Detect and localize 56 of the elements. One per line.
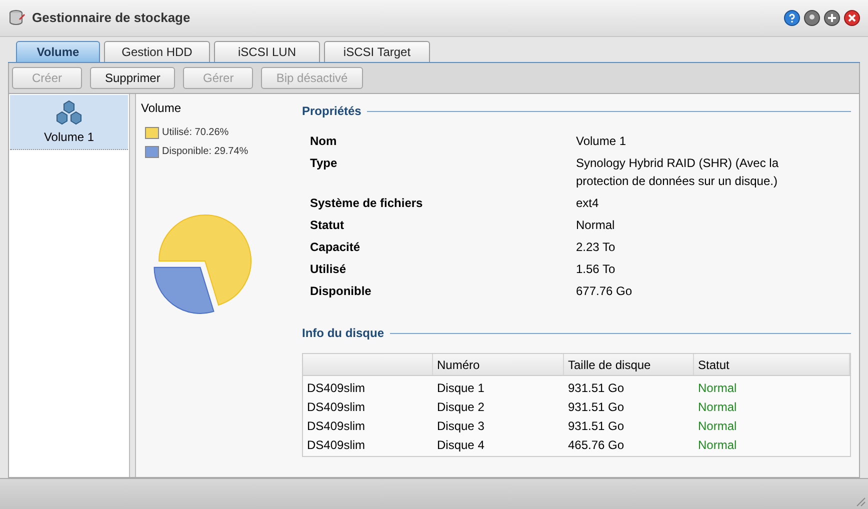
legend-label: Disponible: 29.74% (162, 145, 248, 159)
table-cell-text: Normal (697, 398, 738, 416)
tab[interactable]: iSCSI LUN (214, 41, 320, 62)
table-cell-text: DS409slim (306, 436, 366, 454)
property-value: Volume 1 (576, 133, 628, 150)
column-header[interactable]: Statut (694, 354, 850, 375)
property-label: Statut (310, 217, 345, 234)
column-header[interactable]: Taille de disque (564, 354, 694, 375)
help-icon (787, 13, 797, 23)
maximize-button[interactable] (824, 10, 840, 26)
table-cell-text: 465.76 Go (567, 436, 626, 454)
table-cell-text: 931.51 Go (567, 398, 626, 416)
chart-title: Volume (141, 100, 182, 117)
storage-icon (8, 9, 26, 27)
property-value: Normal (576, 217, 616, 234)
section-title: Info du disque (302, 325, 384, 342)
table-cell-text: Normal (697, 436, 738, 454)
close-icon (847, 13, 857, 23)
window-title: Gestionnaire de stockage (32, 9, 190, 28)
dot-icon (808, 14, 816, 22)
tab[interactable]: Gestion HDD (104, 41, 210, 62)
table-cell-text: Disque 4 (436, 436, 486, 454)
property-value: 677.76 Go (576, 283, 634, 300)
help-button[interactable] (784, 10, 800, 26)
property-label: Disponible (310, 283, 372, 300)
property-label: Utilisé (310, 261, 348, 278)
resize-grip-icon[interactable] (856, 497, 866, 507)
property-value: 1.56 To (576, 261, 616, 278)
property-value: ext4 (576, 195, 600, 212)
volume-item[interactable]: Volume 1 (10, 95, 128, 150)
property-label: Capacité (310, 239, 362, 256)
property-label: Système de fichiers (310, 195, 424, 212)
section-title: Propriétés (302, 103, 362, 120)
minimize-button[interactable] (804, 10, 820, 26)
table-cell-text: Disque 3 (436, 418, 486, 434)
property-value: Synology Hybrid RAID (SHR) (Avec la protection de données sur un disque.) (576, 155, 780, 190)
volume-label: Volume 1 (44, 129, 94, 146)
property-label: Nom (310, 133, 338, 150)
close-button[interactable] (844, 10, 860, 26)
table-cell-text: Normal (697, 418, 738, 434)
table-cell-text: DS409slim (306, 380, 366, 396)
table-cell-text: 931.51 Go (567, 418, 626, 434)
property-label: Type (310, 155, 338, 172)
legend-label: Utilisé: 70.26% (162, 126, 229, 140)
property-value: 2.23 To (576, 239, 616, 256)
table-cell-text: Disque 2 (436, 398, 486, 416)
table-cell-text: DS409slim (306, 418, 366, 434)
table-cell-text: Normal (697, 380, 738, 396)
table-cell-text: DS409slim (306, 398, 366, 416)
tab[interactable]: iSCSI Target (324, 41, 430, 62)
plus-icon (827, 13, 837, 23)
table-cell-text: Disque 1 (436, 380, 486, 396)
toolbar-button[interactable]: Supprimer (90, 67, 176, 89)
column-header[interactable]: Numéro (433, 354, 564, 375)
tab[interactable]: Volume (16, 41, 100, 62)
table-cell-text: 931.51 Go (567, 380, 626, 396)
